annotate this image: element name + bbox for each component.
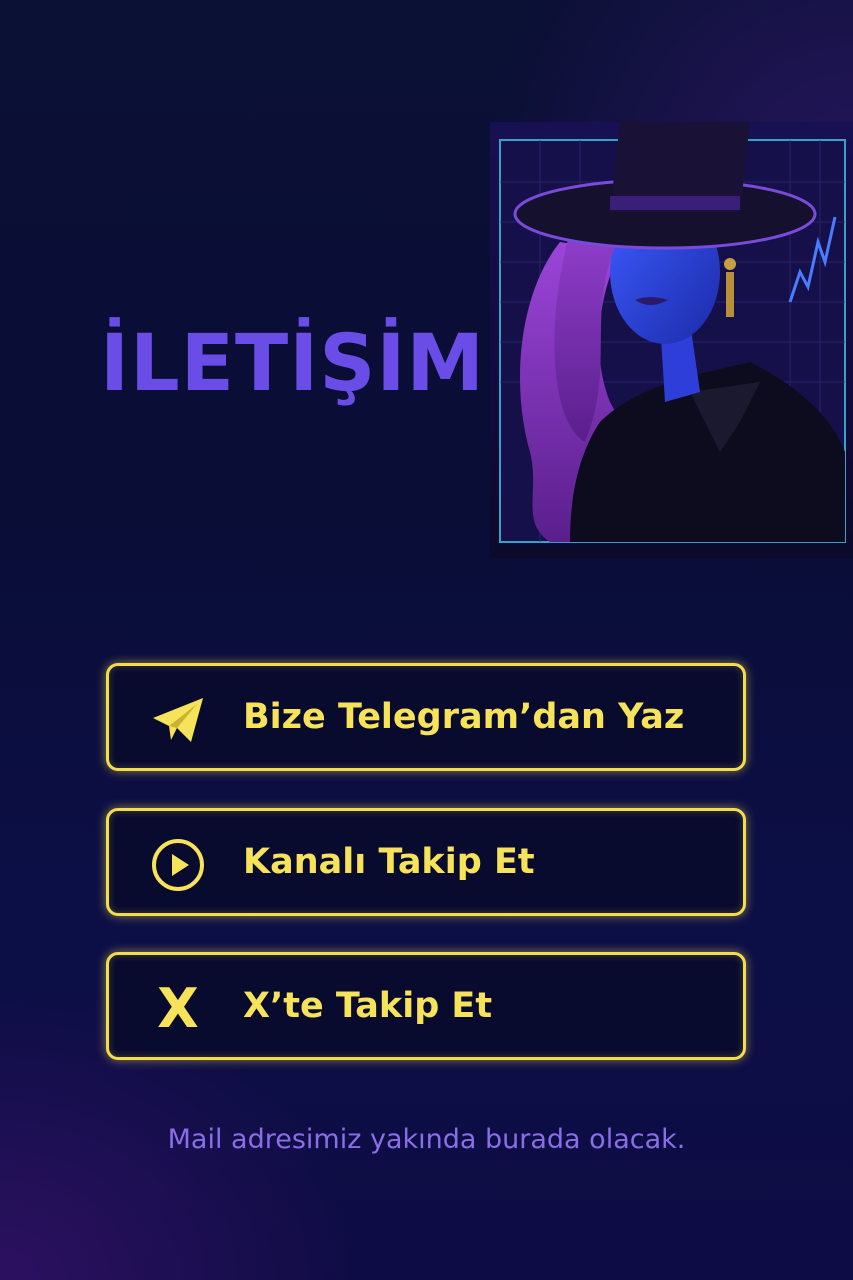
hero-illustration [490,122,853,558]
follow-channel-label: Kanalı Takip Et [243,842,535,882]
follow-channel-button[interactable]: Kanalı Takip Et [106,808,746,916]
telegram-paper-plane-icon [149,692,207,748]
follow-x-button[interactable]: X X’te Takip Et [106,952,746,1060]
page-title: İLETİŞİM [100,319,486,409]
telegram-button-label: Bize Telegram’dan Yaz [243,697,685,737]
follow-x-label: X’te Takip Et [243,986,493,1026]
x-logo-icon: X [157,977,199,1040]
mail-coming-soon-note: Mail adresimiz yakında burada olacak. [167,1124,686,1155]
play-circle-icon [149,837,207,893]
telegram-button[interactable]: Bize Telegram’dan Yaz [106,663,746,771]
